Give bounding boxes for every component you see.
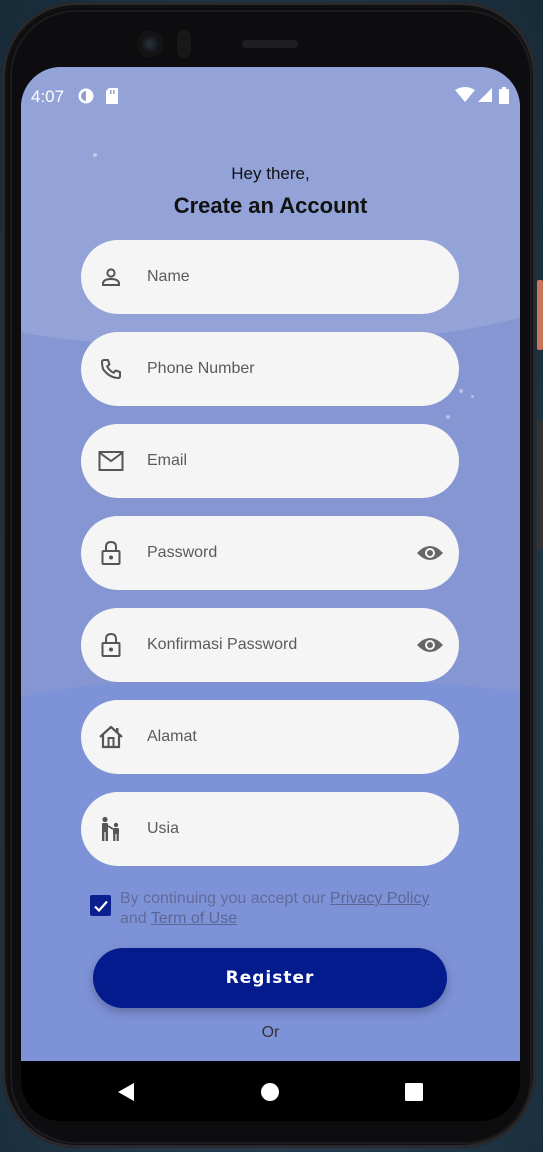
confirm-password-field[interactable] xyxy=(81,608,459,682)
eye-icon[interactable] xyxy=(401,543,459,563)
volume-button xyxy=(537,420,543,550)
lock-icon xyxy=(81,632,141,658)
terms-prefix: By continuing you accept our xyxy=(120,890,330,907)
home-icon xyxy=(81,725,141,749)
address-field[interactable] xyxy=(81,700,459,774)
phone-input[interactable] xyxy=(145,359,459,379)
age-input[interactable] xyxy=(145,819,459,839)
terms-of-use-link[interactable]: Term of Use xyxy=(151,910,237,927)
family-icon xyxy=(81,816,141,842)
home-circle-icon[interactable] xyxy=(257,1079,283,1105)
email-input[interactable] xyxy=(145,451,459,471)
sd-card-icon xyxy=(105,87,119,110)
name-field[interactable] xyxy=(81,240,459,314)
privacy-policy-link[interactable]: Privacy Policy xyxy=(330,890,430,907)
eye-icon[interactable] xyxy=(401,635,459,655)
back-icon[interactable] xyxy=(113,1079,139,1105)
password-field[interactable] xyxy=(81,516,459,590)
terms-middle: and xyxy=(120,910,151,927)
power-button xyxy=(537,280,543,350)
proximity-sensor xyxy=(177,30,191,58)
mail-icon xyxy=(81,450,141,472)
phone-field[interactable] xyxy=(81,332,459,406)
recents-icon[interactable] xyxy=(401,1079,427,1105)
terms-text: By continuing you accept our Privacy Pol… xyxy=(120,889,460,929)
address-input[interactable] xyxy=(145,727,459,747)
wifi-icon xyxy=(455,87,475,108)
lock-icon xyxy=(81,540,141,566)
age-field[interactable] xyxy=(81,792,459,866)
greeting-text: Hey there, xyxy=(231,164,310,183)
earpiece-speaker xyxy=(242,40,298,48)
terms-checkbox[interactable] xyxy=(90,895,111,916)
password-input[interactable] xyxy=(145,543,401,563)
data-saver-icon xyxy=(77,87,95,110)
or-divider-text: Or xyxy=(261,1024,280,1041)
bubble-dot xyxy=(446,415,450,419)
front-camera xyxy=(137,31,163,57)
bubble-dot xyxy=(471,395,474,398)
status-bar: 4:07 xyxy=(21,67,520,127)
register-button[interactable]: Register xyxy=(93,948,447,1008)
person-icon xyxy=(81,265,141,289)
confirm-password-input[interactable] xyxy=(145,635,401,655)
bubble-dot xyxy=(93,153,97,157)
checkmark-icon xyxy=(93,900,108,912)
bubble-dot xyxy=(459,389,463,393)
cellular-icon xyxy=(477,87,493,108)
app-screen: 4:07 Hey there, Create an Account Name P… xyxy=(21,67,520,1061)
phone-icon xyxy=(81,357,141,381)
battery-icon xyxy=(499,87,509,109)
status-time: 4:07 xyxy=(31,87,65,106)
page-title: Create an Account xyxy=(173,193,368,218)
name-input[interactable] xyxy=(145,267,459,287)
system-nav-bar xyxy=(21,1061,520,1121)
email-field[interactable] xyxy=(81,424,459,498)
